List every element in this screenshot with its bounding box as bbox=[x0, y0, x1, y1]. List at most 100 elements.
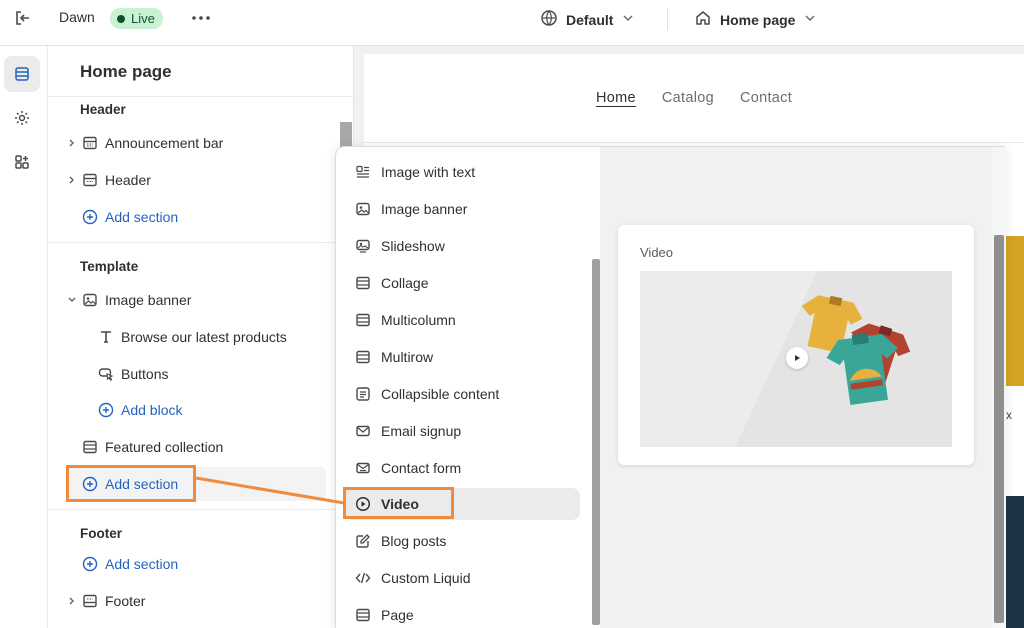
page-selector-label: Home page bbox=[720, 11, 796, 28]
picker-item-contact-form[interactable]: Contact form bbox=[344, 452, 580, 484]
chevron-down-icon[interactable] bbox=[64, 295, 80, 305]
picker-item-image-banner[interactable]: Image banner bbox=[344, 193, 580, 225]
theme-name: Dawn bbox=[59, 9, 95, 25]
picker-item-label: Page bbox=[381, 607, 414, 623]
add-section-button-footer[interactable]: Add section bbox=[64, 549, 334, 579]
view-selector[interactable]: Default bbox=[540, 9, 635, 30]
picker-item-collapsible-content[interactable]: Collapsible content bbox=[344, 378, 580, 410]
scrollbar[interactable] bbox=[992, 147, 1006, 628]
divider bbox=[48, 242, 354, 243]
scrollbar[interactable] bbox=[592, 259, 600, 625]
page-selector[interactable]: Home page bbox=[694, 9, 817, 30]
add-section-button-header[interactable]: Add section bbox=[64, 202, 334, 232]
picker-item-custom-liquid[interactable]: Custom Liquid bbox=[344, 562, 580, 594]
image-icon bbox=[354, 200, 372, 218]
divider bbox=[48, 509, 354, 510]
picker-item-multirow[interactable]: Multirow bbox=[344, 341, 580, 373]
picker-item-label: Blog posts bbox=[381, 533, 447, 549]
picker-item-email-signup[interactable]: Email signup bbox=[344, 415, 580, 447]
section-item-label: Footer bbox=[105, 593, 146, 609]
divider bbox=[667, 8, 668, 30]
nav-link-catalog[interactable]: Catalog bbox=[662, 90, 714, 106]
announcement-bar-icon bbox=[80, 133, 100, 153]
group-footer: Footer bbox=[80, 526, 122, 541]
section-item-featured-collection[interactable]: Featured collection bbox=[64, 432, 334, 462]
plus-circle-icon bbox=[96, 400, 116, 420]
picker-item-collage[interactable]: Collage bbox=[344, 267, 580, 299]
picker-item-label: Collapsible content bbox=[381, 386, 500, 402]
callout-add-section bbox=[66, 465, 196, 502]
section-item-footer[interactable]: Footer bbox=[64, 586, 334, 616]
add-section-label: Add section bbox=[105, 209, 179, 225]
picker-item-slideshow[interactable]: Slideshow bbox=[344, 230, 580, 262]
picker-item-multicolumn[interactable]: Multicolumn bbox=[344, 304, 580, 336]
chevron-right-icon[interactable] bbox=[64, 596, 80, 606]
button-pointer-icon bbox=[96, 364, 116, 384]
sections-icon[interactable] bbox=[4, 56, 40, 92]
video-preview-label: Video bbox=[640, 245, 674, 260]
play-button-icon[interactable] bbox=[786, 347, 808, 369]
section-item-label: Featured collection bbox=[105, 439, 224, 455]
section-item-label: Announcement bar bbox=[105, 135, 224, 151]
view-selector-label: Default bbox=[566, 11, 614, 28]
block-item-label: Buttons bbox=[121, 366, 169, 382]
block-item-text[interactable]: Browse our latest products bbox=[80, 322, 350, 352]
divider bbox=[364, 142, 1024, 143]
chevron-right-icon[interactable] bbox=[64, 138, 80, 148]
nav-link-contact[interactable]: Contact bbox=[740, 90, 792, 106]
chevron-right-icon[interactable] bbox=[64, 175, 80, 185]
live-dot-icon bbox=[117, 14, 125, 23]
picker-item-label: Slideshow bbox=[381, 238, 445, 254]
text-icon bbox=[96, 327, 116, 347]
picker-item-label: Collage bbox=[381, 275, 429, 291]
layout-icon bbox=[80, 437, 100, 457]
preview-image-edge bbox=[1005, 236, 1024, 386]
exit-icon[interactable] bbox=[12, 9, 34, 27]
footer-layout-icon bbox=[80, 591, 100, 611]
slideshow-icon bbox=[354, 237, 372, 255]
preview-image-edge bbox=[1006, 496, 1024, 628]
code-icon bbox=[354, 569, 372, 587]
section-item-label: Image banner bbox=[105, 292, 192, 308]
add-block-button[interactable]: Add block bbox=[80, 395, 350, 425]
header-layout-icon bbox=[80, 170, 100, 190]
globe-icon bbox=[540, 9, 558, 30]
section-item-label: Header bbox=[105, 172, 151, 188]
store-nav: Home Catalog Contact bbox=[364, 90, 1024, 106]
group-template: Template bbox=[80, 259, 139, 274]
nav-link-home[interactable]: Home bbox=[596, 90, 636, 106]
gear-icon[interactable] bbox=[4, 100, 40, 136]
apps-icon[interactable] bbox=[4, 144, 40, 180]
layout-icon bbox=[354, 274, 372, 292]
group-header: Header bbox=[80, 102, 126, 117]
section-item-header[interactable]: Header bbox=[64, 165, 334, 195]
picker-item-page[interactable]: Page bbox=[344, 599, 580, 628]
home-icon bbox=[694, 9, 712, 30]
picker-item-label: Custom Liquid bbox=[381, 570, 471, 586]
form-icon bbox=[354, 459, 372, 477]
layout-icon bbox=[354, 311, 372, 329]
page-title: Home page bbox=[80, 62, 172, 81]
divider bbox=[48, 96, 354, 97]
chevron-down-icon bbox=[803, 11, 817, 28]
left-rail bbox=[0, 46, 48, 628]
video-section-preview: Video bbox=[618, 225, 974, 465]
section-item-announcement-bar[interactable]: Announcement bar bbox=[64, 128, 334, 158]
mail-icon bbox=[354, 422, 372, 440]
layout-icon bbox=[354, 348, 372, 366]
edit-icon bbox=[354, 532, 372, 550]
block-item-buttons[interactable]: Buttons bbox=[80, 359, 350, 389]
more-actions-icon[interactable] bbox=[190, 9, 212, 27]
picker-item-image-with-text[interactable]: Image with text bbox=[344, 156, 580, 188]
picker-item-label: Contact form bbox=[381, 460, 462, 476]
layout-icon bbox=[354, 606, 372, 624]
add-block-label: Add block bbox=[121, 402, 183, 418]
add-section-picker: Image with text Image banner Slideshow C… bbox=[335, 146, 1006, 628]
video-thumbnail bbox=[640, 271, 952, 447]
picker-item-blog-posts[interactable]: Blog posts bbox=[344, 525, 580, 557]
section-item-image-banner[interactable]: Image banner bbox=[64, 285, 334, 315]
live-badge-label: Live bbox=[131, 11, 155, 26]
chevron-down-icon bbox=[621, 11, 635, 28]
section-type-list: Image with text Image banner Slideshow C… bbox=[336, 147, 600, 628]
block-item-label: Browse our latest products bbox=[121, 329, 287, 345]
